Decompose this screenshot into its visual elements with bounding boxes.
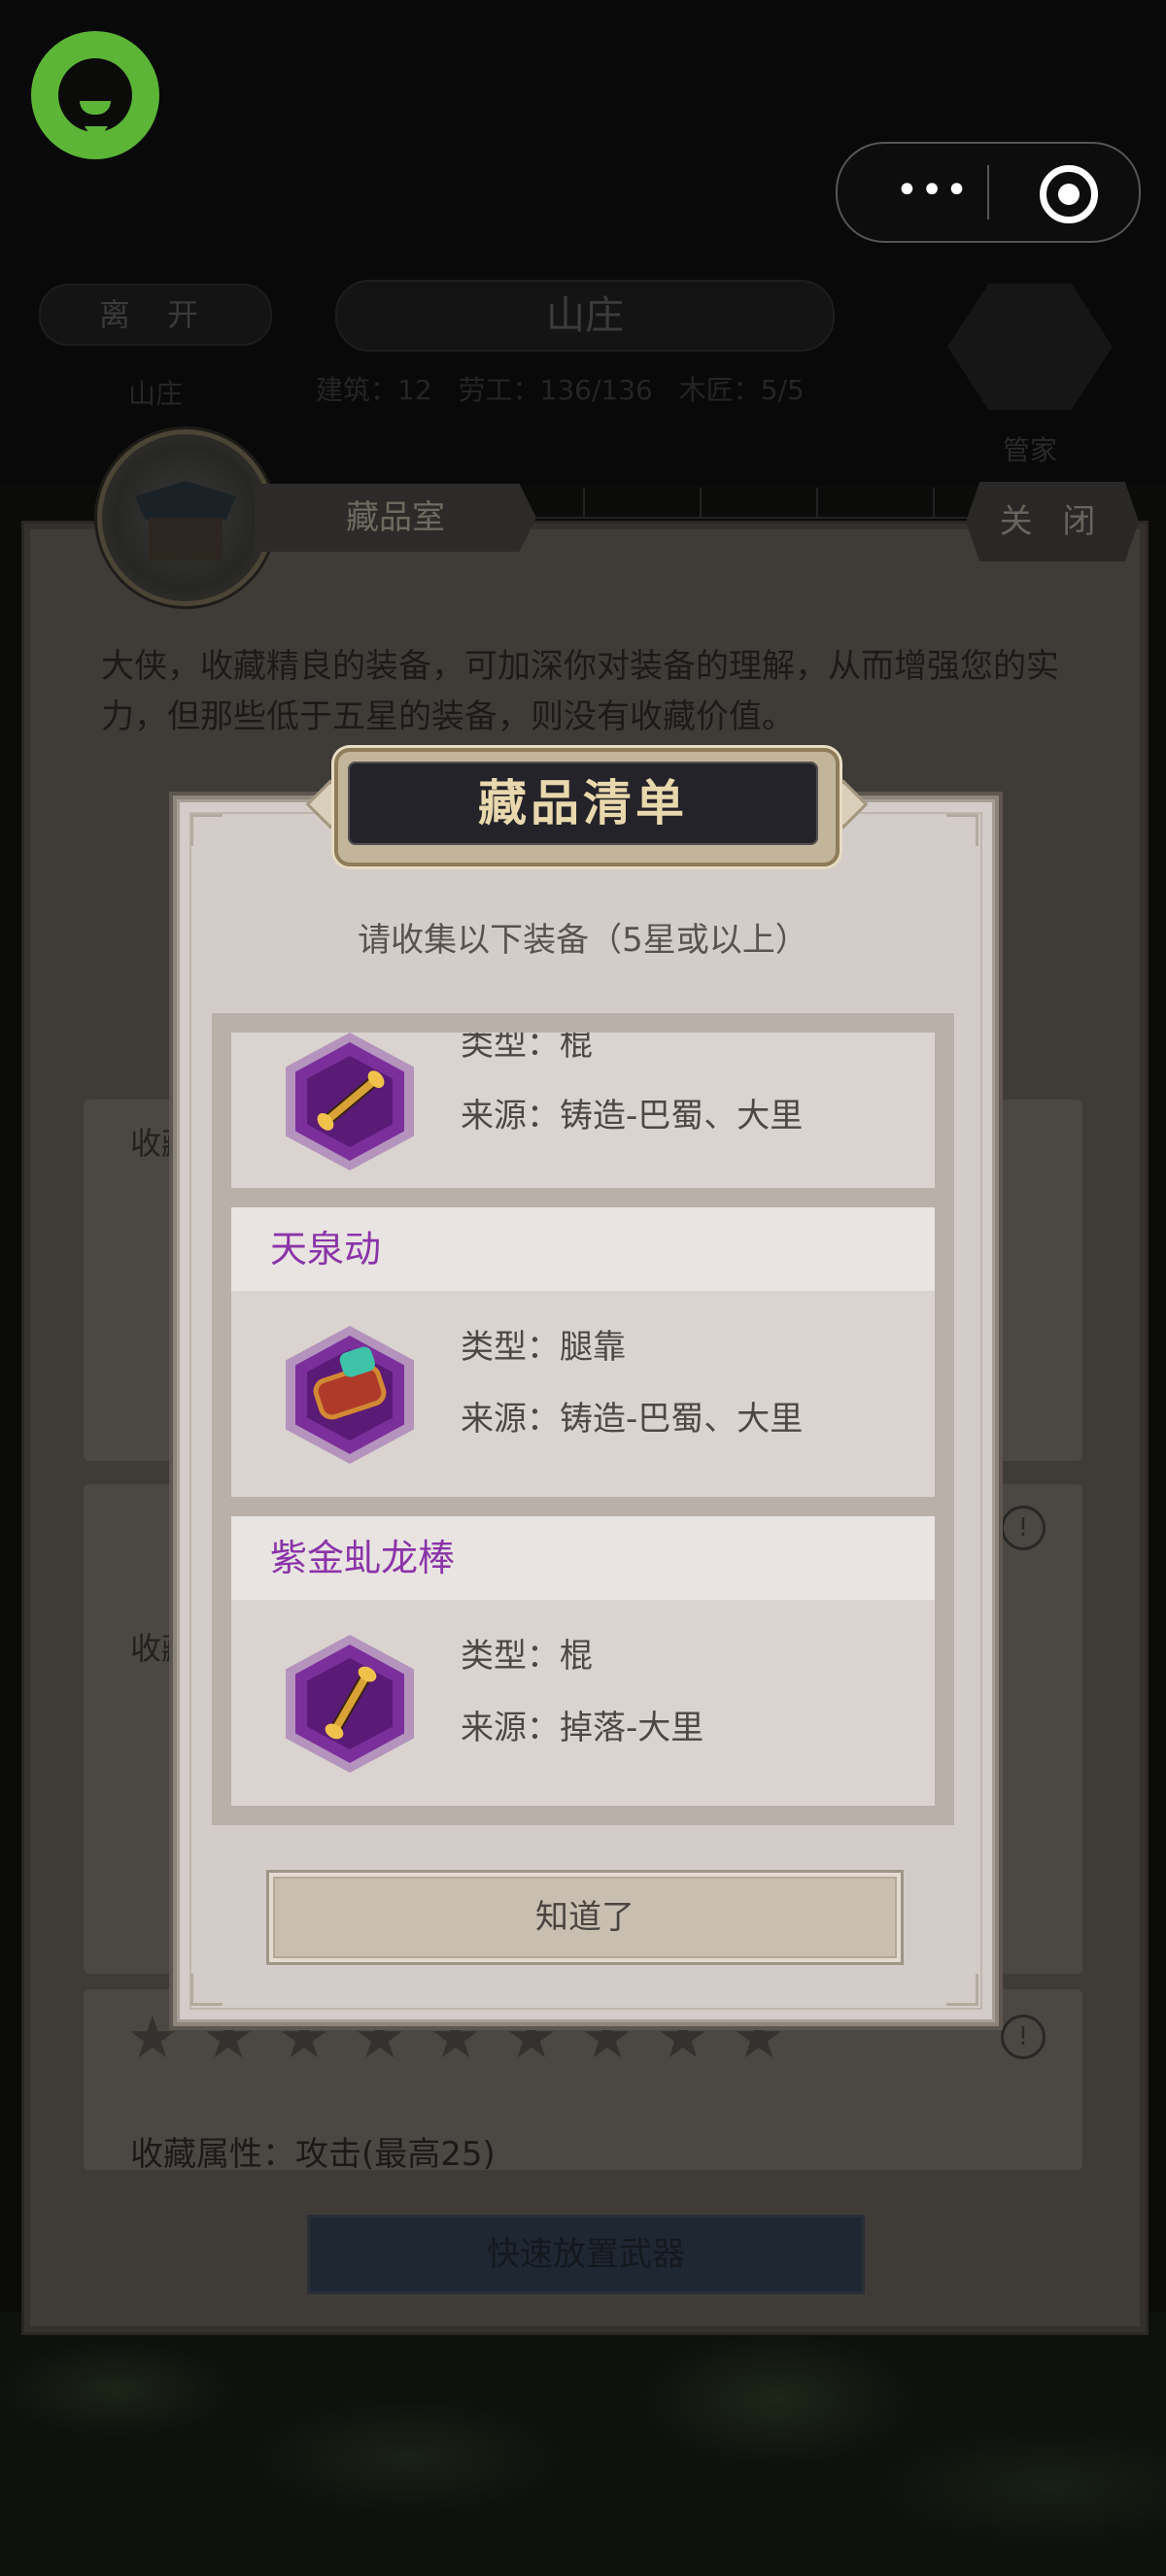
list-item: 类型：腿靠 来源：铸造-巴蜀、大里	[231, 1291, 935, 1497]
stat-buildings: 建筑：12	[316, 374, 432, 406]
steward-label: 管家	[1002, 434, 1057, 466]
capsule-divider	[987, 165, 989, 220]
corner-ornament	[190, 814, 223, 846]
steward-button[interactable]: 管家	[947, 284, 1113, 466]
leave-button[interactable]: 离 开	[39, 284, 272, 346]
item-name: 紫金虬龙棒	[270, 1537, 456, 1579]
building-avatar	[97, 429, 274, 606]
list-divider	[231, 1497, 935, 1516]
stat-carpenter: 木匠：5/5	[678, 374, 805, 406]
villa-stats: 建筑：12 劳工：136/136 木匠：5/5	[316, 369, 899, 412]
close-miniapp-icon[interactable]	[1040, 165, 1098, 223]
item-source: 来源：铸造-巴蜀、大里	[461, 1400, 804, 1439]
room-intro-text: 大侠，收藏精良的装备，可加深你对装备的理解，从而增强您的实力，但那些低于五星的装…	[101, 647, 1059, 736]
list-item: 类型：棍 来源：铸造-巴蜀、大里	[231, 1033, 935, 1188]
info-icon[interactable]: !	[1001, 2015, 1046, 2059]
room-name-tag: 藏品室	[255, 484, 536, 552]
modal-subtitle: 请收集以下装备（5星或以上）	[358, 921, 808, 960]
more-dots-icon[interactable]: •••	[884, 163, 981, 218]
villa-title: 山庄	[335, 280, 835, 352]
corner-ornament	[946, 814, 978, 846]
staff-icon	[286, 1635, 414, 1773]
item-type: 类型：腿靠	[461, 1328, 626, 1367]
shin-guard-icon	[286, 1326, 414, 1464]
modal-title-plate: 藏品清单	[334, 748, 840, 866]
info-icon[interactable]: !	[1001, 1506, 1046, 1550]
item-name-header: 紫金虬龙棒	[231, 1516, 935, 1600]
equipment-list[interactable]: 类型：棍 来源：铸造-巴蜀、大里 天泉动 类型：腿靠 来源：铸造-巴蜀、大里 紫…	[231, 1033, 935, 1810]
collection-attribute: 收藏属性：攻击(最高25)	[130, 2135, 496, 2174]
list-item: 类型：棍 来源：掉落-大里	[231, 1600, 935, 1806]
miniapp-capsule: •••	[836, 142, 1141, 243]
modal-title: 藏品清单	[348, 762, 818, 845]
corner-ornament	[190, 1974, 223, 2006]
quick-place-weapon-button[interactable]: 快速放置武器	[307, 2215, 865, 2294]
garden-background	[0, 2312, 1166, 2576]
list-divider	[231, 1188, 935, 1207]
item-type: 类型：棍	[461, 1033, 593, 1064]
got-it-button[interactable]: 知道了	[266, 1870, 904, 1965]
close-room-button[interactable]: 关 闭	[966, 482, 1139, 561]
villa-subtitle: 山庄	[128, 378, 184, 410]
miniapp-logo-icon	[31, 31, 159, 159]
item-source: 来源：铸造-巴蜀、大里	[461, 1097, 804, 1135]
steward-emblem-icon	[947, 284, 1113, 410]
item-source: 来源：掉落-大里	[461, 1709, 704, 1747]
staff-icon	[286, 1033, 414, 1170]
stat-labor: 劳工：136/136	[458, 374, 653, 406]
item-name: 天泉动	[270, 1228, 382, 1271]
item-type: 类型：棍	[461, 1637, 593, 1676]
corner-ornament	[946, 1974, 978, 2006]
item-name-header: 天泉动	[231, 1207, 935, 1291]
